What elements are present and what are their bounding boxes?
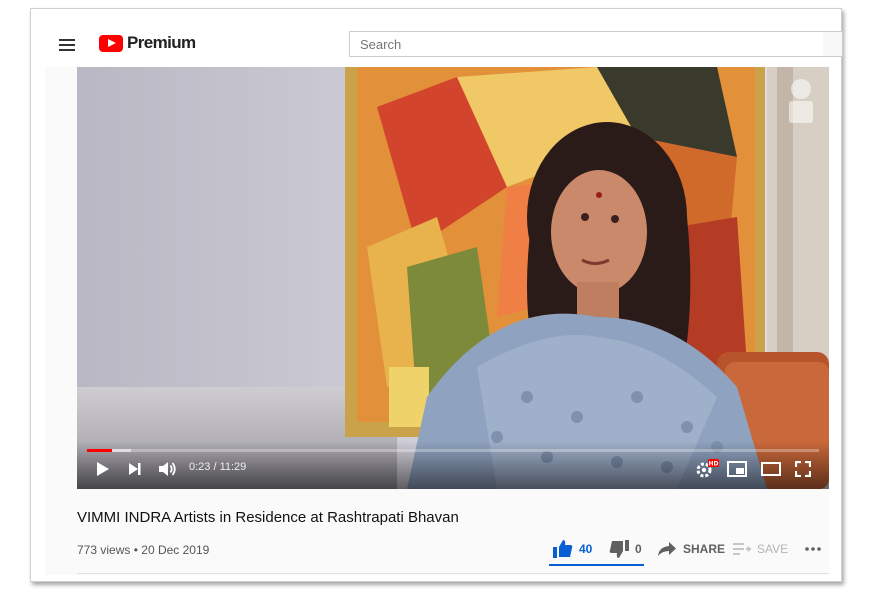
- publish-date: 20 Dec 2019: [141, 543, 210, 557]
- youtube-logo-icon: [99, 34, 123, 52]
- video-title: VIMMI INDRA Artists in Residence at Rash…: [77, 509, 459, 526]
- more-actions-button[interactable]: [805, 537, 821, 561]
- watch-page: 0:23 / 11:29 HD VIMMI INDRA Artists in R…: [45, 67, 829, 575]
- meta-separator: •: [133, 543, 138, 557]
- view-count: 773 views: [77, 543, 131, 557]
- dislike-count: 0: [635, 542, 642, 556]
- next-icon: [129, 463, 141, 475]
- search-input[interactable]: [349, 31, 824, 57]
- like-sentiment-bar: [549, 564, 644, 566]
- time-display: 0:23 / 11:29: [189, 461, 247, 473]
- settings-button[interactable]: HD: [695, 459, 719, 479]
- video-player[interactable]: 0:23 / 11:29 HD: [77, 67, 829, 489]
- player-controls: 0:23 / 11:29 HD: [77, 441, 829, 489]
- miniplayer-icon: [727, 461, 747, 477]
- like-button[interactable]: 40: [553, 537, 592, 561]
- save-button[interactable]: SAVE: [733, 537, 788, 561]
- progress-bar[interactable]: [87, 449, 819, 452]
- add-to-playlist-icon: [733, 543, 751, 555]
- play-button[interactable]: [93, 459, 113, 479]
- search-button[interactable]: [823, 31, 843, 57]
- next-button[interactable]: [125, 459, 145, 479]
- menu-icon[interactable]: [59, 39, 75, 51]
- volume-button[interactable]: [157, 459, 179, 479]
- save-label: SAVE: [757, 542, 789, 556]
- share-label: SHARE: [683, 542, 726, 556]
- youtube-logo[interactable]: Premium: [99, 33, 196, 53]
- fullscreen-button[interactable]: [791, 459, 815, 479]
- share-button[interactable]: SHARE: [657, 537, 725, 561]
- divider: [77, 573, 829, 574]
- thumbs-up-icon: [553, 540, 573, 558]
- video-meta: 773 views • 20 Dec 2019: [77, 543, 209, 557]
- volume-icon: [159, 462, 176, 476]
- hd-badge: HD: [708, 461, 718, 468]
- more-horizontal-icon: [805, 547, 821, 551]
- top-bar: Premium: [31, 9, 843, 67]
- theater-icon: [761, 462, 781, 476]
- like-count: 40: [579, 542, 593, 556]
- play-icon: [97, 462, 109, 476]
- miniplayer-button[interactable]: [725, 459, 749, 479]
- brand-label: Premium: [127, 33, 196, 52]
- settings-hd-icon: HD: [696, 459, 719, 478]
- thumbs-down-icon: [609, 540, 629, 558]
- progress-played: [87, 449, 112, 452]
- dislike-button[interactable]: 0: [609, 537, 642, 561]
- video-frame: [77, 67, 829, 489]
- theater-button[interactable]: [759, 459, 783, 479]
- share-icon: [658, 542, 676, 556]
- fullscreen-icon: [795, 461, 811, 477]
- browser-frame: Premium Search 0:23 / 11:29 HD VIMMI IND…: [30, 8, 843, 582]
